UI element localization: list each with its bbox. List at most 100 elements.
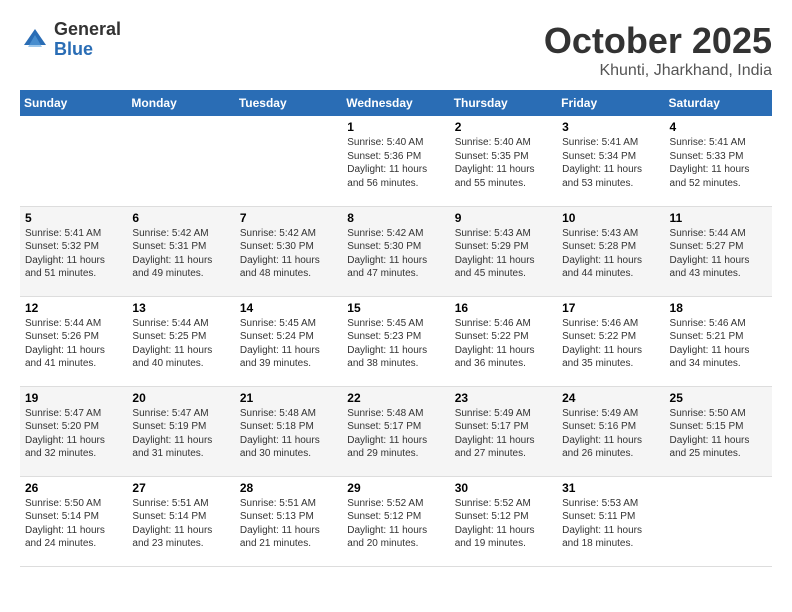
day-cell: 9 Sunrise: 5:43 AM Sunset: 5:29 PM Daylig…	[450, 206, 557, 296]
day-cell: 17Sunrise: 5:46 AM Sunset: 5:22 PM Dayli…	[557, 296, 664, 386]
day-info: Sunrise: 5:44 AM Sunset: 5:26 PM Dayligh…	[25, 318, 105, 370]
day-cell	[127, 116, 234, 206]
day-cell: 5 Sunrise: 5:41 AM Sunset: 5:32 PM Daylig…	[20, 206, 127, 296]
day-number: 15	[347, 301, 444, 315]
day-cell: 11 Sunrise: 5:44 AM Sunset: 5:27 PM Dayli…	[665, 206, 772, 296]
day-cell: 10 Sunrise: 5:43 AM Sunset: 5:28 PM Dayli…	[557, 206, 664, 296]
day-cell: 7Sunrise: 5:42 AM Sunset: 5:30 PM Daylig…	[235, 206, 342, 296]
day-info: Sunrise: 5:41 AM Sunset: 5:34 PM Dayligh…	[562, 137, 642, 189]
logo-blue-text: Blue	[54, 40, 121, 60]
calendar-table: SundayMondayTuesdayWednesdayThursdayFrid…	[20, 90, 772, 567]
day-number: 26	[25, 481, 122, 495]
day-cell: 30 Sunrise: 5:52 AM Sunset: 5:12 PM Dayli…	[450, 476, 557, 566]
week-row-5: 26 Sunrise: 5:50 AM Sunset: 5:14 PM Dayli…	[20, 476, 772, 566]
day-cell: 31 Sunrise: 5:53 AM Sunset: 5:11 PM Dayli…	[557, 476, 664, 566]
day-cell: 12 Sunrise: 5:44 AM Sunset: 5:26 PM Dayli…	[20, 296, 127, 386]
weekday-header-tuesday: Tuesday	[235, 90, 342, 116]
day-number: 3	[562, 120, 659, 134]
day-number: 10	[562, 211, 659, 225]
day-number: 30	[455, 481, 552, 495]
day-info: Sunrise: 5:45 AM Sunset: 5:23 PM Dayligh…	[347, 318, 427, 370]
weekday-header-wednesday: Wednesday	[342, 90, 449, 116]
day-cell: 27 Sunrise: 5:51 AM Sunset: 5:14 PM Dayli…	[127, 476, 234, 566]
day-number: 21	[240, 391, 337, 405]
day-number: 31	[562, 481, 659, 495]
day-info: Sunrise: 5:49 AM Sunset: 5:17 PM Dayligh…	[455, 408, 535, 460]
day-info: Sunrise: 5:41 AM Sunset: 5:32 PM Dayligh…	[25, 228, 105, 280]
day-cell: 20Sunrise: 5:47 AM Sunset: 5:19 PM Dayli…	[127, 386, 234, 476]
day-info: Sunrise: 5:42 AM Sunset: 5:30 PM Dayligh…	[240, 228, 320, 280]
day-cell: 4Sunrise: 5:41 AM Sunset: 5:33 PM Daylig…	[665, 116, 772, 206]
day-number: 29	[347, 481, 444, 495]
day-number: 19	[25, 391, 122, 405]
day-cell: 29 Sunrise: 5:52 AM Sunset: 5:12 PM Dayli…	[342, 476, 449, 566]
day-cell: 6Sunrise: 5:42 AM Sunset: 5:31 PM Daylig…	[127, 206, 234, 296]
day-info: Sunrise: 5:44 AM Sunset: 5:25 PM Dayligh…	[132, 318, 212, 370]
month-title: October 2025	[544, 20, 772, 62]
day-number: 9	[455, 211, 552, 225]
day-number: 24	[562, 391, 659, 405]
day-number: 27	[132, 481, 229, 495]
day-cell: 8 Sunrise: 5:42 AM Sunset: 5:30 PM Daylig…	[342, 206, 449, 296]
day-number: 6	[132, 211, 229, 225]
day-info: Sunrise: 5:46 AM Sunset: 5:22 PM Dayligh…	[455, 318, 535, 370]
day-cell: 2 Sunrise: 5:40 AM Sunset: 5:35 PM Daylig…	[450, 116, 557, 206]
day-number: 4	[670, 120, 767, 134]
day-number: 1	[347, 120, 444, 134]
day-cell: 16 Sunrise: 5:46 AM Sunset: 5:22 PM Dayli…	[450, 296, 557, 386]
logo-icon	[20, 25, 50, 55]
logo-text: General Blue	[54, 20, 121, 60]
day-info: Sunrise: 5:43 AM Sunset: 5:28 PM Dayligh…	[562, 228, 642, 280]
day-cell	[665, 476, 772, 566]
day-info: Sunrise: 5:43 AM Sunset: 5:29 PM Dayligh…	[455, 228, 535, 280]
title-block: October 2025 Khunti, Jharkhand, India	[544, 20, 772, 80]
day-number: 2	[455, 120, 552, 134]
weekday-header-sunday: Sunday	[20, 90, 127, 116]
day-info: Sunrise: 5:52 AM Sunset: 5:12 PM Dayligh…	[347, 498, 427, 550]
day-info: Sunrise: 5:50 AM Sunset: 5:14 PM Dayligh…	[25, 498, 105, 550]
day-number: 8	[347, 211, 444, 225]
day-number: 5	[25, 211, 122, 225]
day-number: 13	[132, 301, 229, 315]
day-info: Sunrise: 5:44 AM Sunset: 5:27 PM Dayligh…	[670, 228, 750, 280]
day-info: Sunrise: 5:47 AM Sunset: 5:20 PM Dayligh…	[25, 408, 105, 460]
day-number: 12	[25, 301, 122, 315]
day-cell: 3 Sunrise: 5:41 AM Sunset: 5:34 PM Daylig…	[557, 116, 664, 206]
day-cell: 21Sunrise: 5:48 AM Sunset: 5:18 PM Dayli…	[235, 386, 342, 476]
day-number: 16	[455, 301, 552, 315]
logo: General Blue	[20, 20, 121, 60]
day-cell: 25Sunrise: 5:50 AM Sunset: 5:15 PM Dayli…	[665, 386, 772, 476]
day-info: Sunrise: 5:40 AM Sunset: 5:35 PM Dayligh…	[455, 137, 535, 189]
weekday-header-friday: Friday	[557, 90, 664, 116]
day-cell: 1 Sunrise: 5:40 AM Sunset: 5:36 PM Daylig…	[342, 116, 449, 206]
location: Khunti, Jharkhand, India	[544, 62, 772, 80]
day-info: Sunrise: 5:52 AM Sunset: 5:12 PM Dayligh…	[455, 498, 535, 550]
day-cell: 22Sunrise: 5:48 AM Sunset: 5:17 PM Dayli…	[342, 386, 449, 476]
day-info: Sunrise: 5:40 AM Sunset: 5:36 PM Dayligh…	[347, 137, 427, 189]
weekday-header-monday: Monday	[127, 90, 234, 116]
day-cell: 15 Sunrise: 5:45 AM Sunset: 5:23 PM Dayli…	[342, 296, 449, 386]
day-info: Sunrise: 5:46 AM Sunset: 5:21 PM Dayligh…	[670, 318, 750, 370]
day-info: Sunrise: 5:46 AM Sunset: 5:22 PM Dayligh…	[562, 318, 642, 370]
day-number: 28	[240, 481, 337, 495]
day-info: Sunrise: 5:50 AM Sunset: 5:15 PM Dayligh…	[670, 408, 750, 460]
day-info: Sunrise: 5:48 AM Sunset: 5:17 PM Dayligh…	[347, 408, 427, 460]
day-cell	[20, 116, 127, 206]
day-cell: 28Sunrise: 5:51 AM Sunset: 5:13 PM Dayli…	[235, 476, 342, 566]
day-info: Sunrise: 5:53 AM Sunset: 5:11 PM Dayligh…	[562, 498, 642, 550]
day-number: 11	[670, 211, 767, 225]
day-info: Sunrise: 5:51 AM Sunset: 5:14 PM Dayligh…	[132, 498, 212, 550]
day-cell: 14Sunrise: 5:45 AM Sunset: 5:24 PM Dayli…	[235, 296, 342, 386]
day-cell: 13 Sunrise: 5:44 AM Sunset: 5:25 PM Dayli…	[127, 296, 234, 386]
day-info: Sunrise: 5:42 AM Sunset: 5:30 PM Dayligh…	[347, 228, 427, 280]
day-cell: 18 Sunrise: 5:46 AM Sunset: 5:21 PM Dayli…	[665, 296, 772, 386]
week-row-2: 5 Sunrise: 5:41 AM Sunset: 5:32 PM Daylig…	[20, 206, 772, 296]
weekday-header-saturday: Saturday	[665, 90, 772, 116]
day-cell: 23 Sunrise: 5:49 AM Sunset: 5:17 PM Dayli…	[450, 386, 557, 476]
week-row-4: 19 Sunrise: 5:47 AM Sunset: 5:20 PM Dayli…	[20, 386, 772, 476]
weekday-header-thursday: Thursday	[450, 90, 557, 116]
weekday-header-row: SundayMondayTuesdayWednesdayThursdayFrid…	[20, 90, 772, 116]
day-number: 18	[670, 301, 767, 315]
day-number: 23	[455, 391, 552, 405]
page-header: General Blue October 2025 Khunti, Jharkh…	[20, 20, 772, 80]
